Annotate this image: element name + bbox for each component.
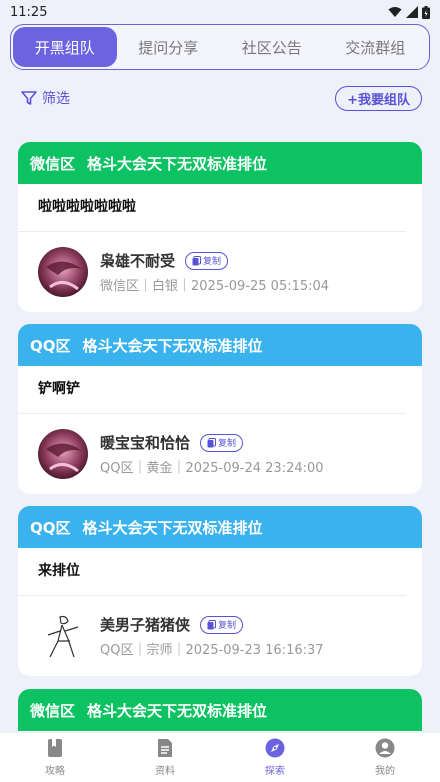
wifi-icon	[388, 7, 402, 17]
card-title: 格斗大会天下无双标准排位	[82, 518, 263, 537]
card-title: 格斗大会天下无双标准排位	[87, 701, 268, 720]
copy-label: 复制	[218, 439, 237, 449]
nav-label: 资料	[155, 766, 175, 777]
filter-button[interactable]: 筛选	[20, 88, 70, 108]
card-title: 格斗大会天下无双标准排位	[82, 336, 263, 355]
name-row: 暖宝宝和恰恰 复制	[100, 432, 324, 453]
card-region: 微信区	[30, 701, 76, 720]
post-card[interactable]: QQ区 格斗大会天下无双标准排位 来排位 美男子猪猪侠 复制 QQ区｜宗师｜20…	[18, 506, 422, 676]
card-region: QQ区	[30, 336, 71, 355]
card-header: 微信区 格斗大会天下无双标准排位	[18, 142, 422, 184]
card-header: 微信区 格斗大会天下无双标准排位	[18, 689, 422, 731]
post-card[interactable]: QQ区 格斗大会天下无双标准排位 铲啊铲 暖宝宝和恰恰 复制 QQ区｜黄金｜20…	[18, 324, 422, 494]
category-tabs: 开黑组队 提问分享 社区公告 交流群组	[10, 24, 430, 70]
post-meta: QQ区｜宗师｜2025-09-23 16:16:37	[100, 643, 324, 658]
copy-label: 复制	[218, 621, 237, 631]
user-info: 暖宝宝和恰恰 复制 QQ区｜黄金｜2025-09-24 23:24:00	[100, 432, 324, 476]
post-meta: 微信区｜白银｜2025-09-25 05:15:04	[100, 279, 330, 294]
copy-icon	[207, 437, 217, 447]
user-info: 美男子猪猪侠 复制 QQ区｜宗师｜2025-09-23 16:16:37	[100, 614, 324, 658]
nav-label: 攻略	[45, 766, 65, 777]
status-icons	[388, 5, 430, 19]
user-icon	[375, 738, 395, 758]
avatar[interactable]	[38, 247, 88, 297]
card-content: 铲啊铲	[18, 366, 406, 414]
signal-icon	[406, 6, 418, 18]
nav-label: 探索	[265, 766, 285, 777]
tab-team-up[interactable]: 开黑组队	[13, 27, 117, 67]
copy-button[interactable]: 复制	[200, 615, 244, 634]
tab-groups[interactable]: 交流群组	[324, 27, 428, 67]
card-header: QQ区 格斗大会天下无双标准排位	[18, 324, 422, 366]
user-info: 枭雄不耐受 复制 微信区｜白银｜2025-09-25 05:15:04	[100, 250, 329, 294]
post-card[interactable]: 微信区 格斗大会天下无双标准排位 啦啦啦啦啦啦啦 枭雄不耐受 复制 微信区｜白银…	[18, 142, 422, 312]
tab-questions[interactable]: 提问分享	[117, 27, 221, 67]
card-author: 暖宝宝和恰恰 复制 QQ区｜黄金｜2025-09-24 23:24:00	[18, 414, 422, 494]
name-row: 枭雄不耐受 复制	[100, 250, 329, 271]
card-title: 格斗大会天下无双标准排位	[87, 154, 268, 173]
nav-explore[interactable]: 探索	[220, 733, 330, 782]
create-team-button[interactable]: +我要组队	[335, 85, 422, 111]
nav-label: 我的	[375, 766, 395, 777]
card-region: QQ区	[30, 518, 71, 537]
avatar[interactable]	[38, 611, 88, 661]
avatar[interactable]	[38, 429, 88, 479]
card-content: 啦啦啦啦啦啦啦	[18, 184, 406, 232]
username: 枭雄不耐受	[100, 252, 176, 270]
book-icon	[48, 739, 62, 757]
copy-icon	[192, 255, 202, 265]
copy-icon	[207, 619, 217, 629]
tab-announcements[interactable]: 社区公告	[220, 27, 324, 67]
nav-profile[interactable]: 我的	[330, 733, 440, 782]
card-author: 枭雄不耐受 复制 微信区｜白银｜2025-09-25 05:15:04	[18, 232, 422, 312]
copy-button[interactable]: 复制	[200, 433, 244, 452]
name-row: 美男子猪猪侠 复制	[100, 614, 324, 635]
status-bar: 11:25	[0, 0, 440, 24]
nav-materials[interactable]: 资料	[110, 733, 220, 782]
filter-label: 筛选	[42, 91, 70, 107]
username: 美男子猪猪侠	[100, 616, 191, 634]
status-time: 11:25	[10, 4, 48, 20]
card-header: QQ区 格斗大会天下无双标准排位	[18, 506, 422, 548]
nav-guides[interactable]: 攻略	[0, 733, 110, 782]
post-meta: QQ区｜黄金｜2025-09-24 23:24:00	[100, 461, 324, 476]
card-content: 来排位	[18, 548, 406, 596]
document-icon	[158, 739, 172, 757]
battery-icon	[422, 5, 430, 19]
card-region: 微信区	[30, 154, 76, 173]
bottom-nav: 攻略 资料 探索 我的	[0, 732, 440, 782]
filter-row: 筛选 +我要组队	[0, 70, 440, 126]
copy-label: 复制	[203, 257, 222, 267]
card-author: 美男子猪猪侠 复制 QQ区｜宗师｜2025-09-23 16:16:37	[18, 596, 422, 676]
username: 暖宝宝和恰恰	[100, 434, 191, 452]
compass-icon	[265, 738, 285, 758]
filter-icon	[21, 91, 37, 105]
copy-button[interactable]: 复制	[185, 251, 229, 270]
